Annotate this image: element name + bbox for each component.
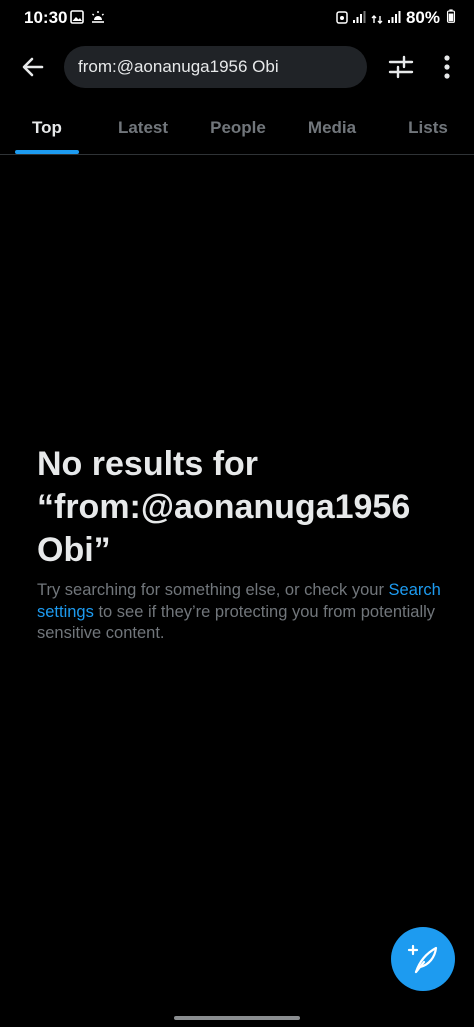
battery-percent: 80% bbox=[405, 8, 440, 27]
back-button[interactable] bbox=[18, 52, 48, 82]
alarm-icon bbox=[336, 11, 348, 24]
no-results-text-before: Try searching for something else, or che… bbox=[37, 581, 389, 599]
tab-lists[interactable]: Lists bbox=[400, 104, 456, 154]
search-input[interactable] bbox=[78, 57, 358, 77]
tab-label: Media bbox=[307, 118, 357, 137]
tab-people[interactable]: People bbox=[202, 104, 274, 154]
search-field[interactable] bbox=[64, 46, 367, 88]
no-results-title: No results for “from:@aonanuga1956 Obi” bbox=[37, 445, 411, 569]
more-vertical-icon bbox=[444, 55, 450, 79]
status-bar: 10:30 80% bbox=[0, 0, 474, 36]
back-arrow-icon bbox=[22, 57, 44, 77]
4g-data-icon bbox=[371, 15, 383, 24]
tab-label: People bbox=[210, 118, 266, 137]
no-results-message: Try searching for something else, or che… bbox=[37, 580, 447, 645]
tab-media[interactable]: Media bbox=[300, 104, 364, 154]
tab-label: Top bbox=[32, 118, 62, 137]
more-options-button[interactable] bbox=[436, 52, 458, 82]
tab-label: Lists bbox=[408, 118, 448, 137]
filter-sliders-icon bbox=[388, 55, 414, 79]
signal-icon bbox=[353, 11, 366, 23]
search-tabs: Top Latest People Media Lists bbox=[0, 104, 474, 155]
compose-tweet-button[interactable] bbox=[391, 927, 455, 991]
tab-label: Latest bbox=[117, 118, 169, 137]
tab-top[interactable]: Top bbox=[15, 104, 79, 154]
status-time: 10:30 bbox=[24, 8, 68, 27]
weather-icon bbox=[92, 11, 104, 23]
no-results-text-after: to see if they’re protecting you from po… bbox=[37, 602, 436, 643]
home-gesture-bar[interactable] bbox=[174, 1016, 300, 1020]
tab-latest[interactable]: Latest bbox=[108, 104, 178, 154]
signal-icon-2 bbox=[388, 11, 401, 23]
search-filter-button[interactable] bbox=[386, 52, 416, 82]
gallery-icon bbox=[70, 10, 84, 24]
battery-icon bbox=[446, 9, 456, 23]
active-tab-indicator bbox=[15, 150, 79, 154]
compose-tweet-icon bbox=[407, 944, 438, 974]
